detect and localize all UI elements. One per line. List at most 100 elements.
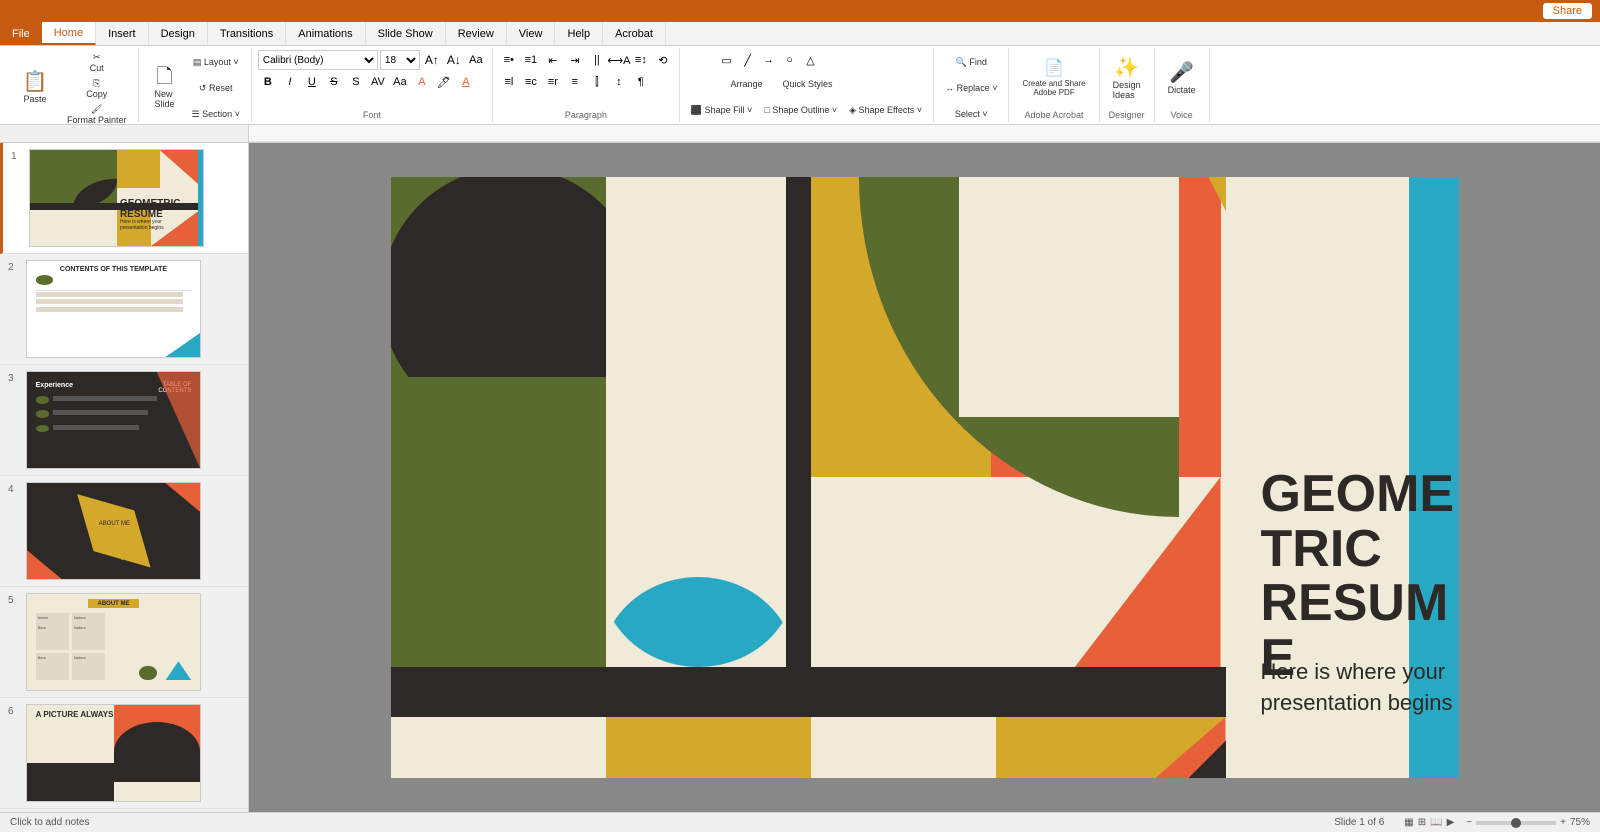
underline-button[interactable]: U [302,72,322,92]
tab-review[interactable]: Review [446,22,507,45]
designer-label: Designer [1106,108,1148,120]
increase-font-btn[interactable]: A↑ [422,50,442,70]
reset-button[interactable]: ↺ Reset [187,76,245,100]
select-button[interactable]: Select ˅ [950,102,993,126]
shape-circle-btn[interactable]: ○ [780,50,800,70]
tab-help[interactable]: Help [555,22,603,45]
slide-preview-3: Experience TABLE OFCONTENTS [26,371,201,469]
col-btn[interactable]: ⫿ [587,72,607,92]
font-color-btn[interactable]: A [412,72,432,92]
para-dir-btn[interactable]: ¶ [631,72,651,92]
format-painter-button[interactable]: 🖌 Format Painter [62,102,132,126]
tab-acrobat[interactable]: Acrobat [603,22,666,45]
shape-line-btn[interactable]: ╱ [738,50,758,70]
group-paragraph: ≡• ≡1 ⇤ ⇥ || ⟷A ≡↕ ⟲ ≡l ≡c ≡r ≡ ⫿ ↕ ¶ [493,48,680,122]
paste-button[interactable]: 📋 Paste [10,61,60,115]
tab-home[interactable]: Home [42,22,96,45]
font-size-select[interactable]: 18 [380,50,420,70]
find-button[interactable]: 🔍 Find [951,50,992,74]
paste-icon: 📋 [23,72,48,92]
text-direction-btn[interactable]: ⟷A [609,50,629,70]
group-clipboard: 📋 Paste ✂ Cut ⎘ Copy 🖌 Format Painter Cl… [4,48,139,122]
col-break-btn[interactable]: || [587,50,607,70]
highlight-btn[interactable]: 🖊 [434,72,454,92]
tab-file[interactable]: File [0,22,42,45]
slide-info: Slide 1 of 6 [1334,817,1384,828]
tab-view[interactable]: View [507,22,556,45]
align-center-btn[interactable]: ≡c [521,72,541,92]
layout-button[interactable]: ▤ Layout ˅ [187,50,245,74]
align-left-btn[interactable]: ≡l [499,72,519,92]
horizontal-ruler [249,125,1600,142]
numbering-btn[interactable]: ≡1 [521,50,541,70]
shape-triangle-btn[interactable]: △ [801,50,821,70]
group-editing: 🔍 Find ↔ Replace ˅ Select ˅ Editing [934,48,1009,122]
create-share-pdf-button[interactable]: 📄 Create and ShareAdobe PDF [1015,52,1092,106]
group-adobe: 📄 Create and ShareAdobe PDF Adobe Acroba… [1009,48,1099,122]
tab-insert[interactable]: Insert [96,22,149,45]
zoom-out-btn[interactable]: − [1466,817,1472,828]
copy-button[interactable]: ⎘ Copy [62,76,132,100]
increase-indent-btn[interactable]: ⇥ [565,50,585,70]
shape-fill-button[interactable]: ⬛ Shape Fill ˅ [686,98,757,122]
view-sorter-btn[interactable]: ⊞ [1418,817,1426,828]
view-slideshow-btn[interactable]: ▶ [1447,817,1455,828]
slide-number-2: 2 [8,260,20,273]
dictate-button[interactable]: 🎤 Dictate [1161,52,1203,106]
decrease-font-btn[interactable]: A↓ [444,50,464,70]
slide-thumb-6[interactable]: 6 A PICTURE ALWAYS [0,698,248,809]
design-ideas-button[interactable]: ✨ DesignIdeas [1106,52,1148,106]
section-button[interactable]: ☰ Section ˅ [187,102,245,126]
line-spacing-btn[interactable]: ↕ [609,72,629,92]
align-text-btn[interactable]: ≡↕ [631,50,651,70]
shape-outline-button[interactable]: □ Shape Outline ˅ [759,98,842,122]
tab-transitions[interactable]: Transitions [208,22,286,45]
slide-canvas[interactable]: GEOMETRIC RESUME Here is where your pres… [391,177,1459,778]
status-bar: Click to add notes Slide 1 of 6 ▦ ⊞ 📖 ▶ … [0,812,1600,832]
new-slide-button[interactable]: 🗋 NewSlide [145,61,185,115]
replace-button[interactable]: ↔ Replace ˅ [940,76,1002,100]
view-normal-btn[interactable]: ▦ [1404,817,1413,828]
slide-thumb-3[interactable]: 3 Experience TABLE OFCONTENTS [0,365,248,476]
slide-preview-5: ABOUT ME NameBars NatureNature Bars Natu… [26,593,201,691]
zoom-in-btn[interactable]: + [1560,817,1566,828]
bullets-btn[interactable]: ≡• [499,50,519,70]
view-reading-btn[interactable]: 📖 [1430,817,1442,828]
slide-thumb-1[interactable]: 1 GEOMETRICRESUME Here is where yourpres… [0,143,248,254]
font-case-btn[interactable]: Aa [390,72,410,92]
shadow-button[interactable]: S [346,72,366,92]
adobe-label: Adobe Acrobat [1015,108,1092,120]
font-label: Font [258,108,486,120]
clear-format-btn[interactable]: Aa [466,50,486,70]
notes-hint[interactable]: Click to add notes [10,817,90,828]
justify-btn[interactable]: ≡ [565,72,585,92]
font-color-btn2[interactable]: A [456,72,476,92]
arrange-button[interactable]: Arrange [717,72,777,96]
shape-rect-btn[interactable]: ▭ [717,50,737,70]
slide-thumb-4[interactable]: 4 ABOUT ME [0,476,248,587]
slide-number-4: 4 [8,482,20,495]
font-family-select[interactable]: Calibri (Body) [258,50,378,70]
tab-animations[interactable]: Animations [286,22,365,45]
tab-slideshow[interactable]: Slide Show [366,22,446,45]
group-slides: 🗋 NewSlide ▤ Layout ˅ ↺ Reset ☰ Section … [139,48,252,122]
zoom-slider[interactable] [1476,821,1556,825]
slide-thumb-2[interactable]: 2 CONTENTS OF THIS TEMPLATE [0,254,248,365]
bold-button[interactable]: B [258,72,278,92]
cut-button[interactable]: ✂ Cut [62,50,132,74]
slide-thumb-5[interactable]: 5 ABOUT ME NameBars NatureNature Bars Na… [0,587,248,698]
tab-design[interactable]: Design [149,22,208,45]
italic-button[interactable]: I [280,72,300,92]
smartart-btn[interactable]: ⟲ [653,50,673,70]
cream-bottom-center [811,717,996,778]
cream-bottom-left [391,717,606,778]
decrease-indent-btn[interactable]: ⇤ [543,50,563,70]
align-right-btn[interactable]: ≡r [543,72,563,92]
shape-arrow-btn[interactable]: → [759,50,779,70]
quick-styles-button[interactable]: Quick Styles [778,72,838,96]
char-spacing-button[interactable]: AV [368,72,388,92]
shape-effects-button[interactable]: ◈ Shape Effects ˅ [844,98,927,122]
new-slide-icon: 🗋 [156,67,172,87]
share-button[interactable]: Share [1543,3,1592,19]
strikethrough-button[interactable]: S [324,72,344,92]
